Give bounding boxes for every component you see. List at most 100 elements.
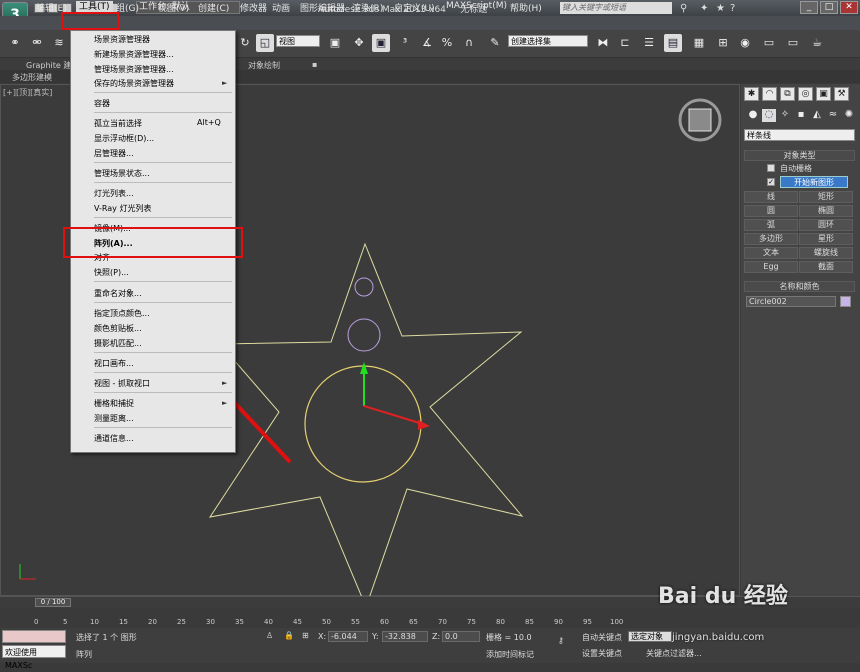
maxscript-welcome[interactable]: 欢迎使用 MAXSc bbox=[2, 645, 66, 670]
menu-item-saved-scene-explorers[interactable]: 保存的场景资源管理器 bbox=[94, 78, 174, 89]
shape-rectangle-button[interactable]: 矩形 bbox=[799, 191, 853, 203]
shape-helix-button[interactable]: 螺旋线 bbox=[799, 247, 853, 259]
menu-create[interactable]: 创建(C) bbox=[198, 1, 229, 14]
menu-item-display-floater[interactable]: 显示浮动框(D)... bbox=[94, 133, 154, 144]
shape-section-button[interactable]: 截面 bbox=[799, 261, 853, 273]
reference-coordinate-dropdown[interactable]: 视图 bbox=[276, 35, 320, 47]
menu-item-manage-scene-explorer[interactable]: 管理场景资源管理器... bbox=[94, 64, 174, 75]
shape-line-button[interactable]: 线 bbox=[744, 191, 798, 203]
render-production-icon[interactable]: ☕ bbox=[808, 34, 826, 52]
menu-item-layer-manager[interactable]: 层管理器... bbox=[94, 148, 134, 159]
schematic-view-icon[interactable]: ⊞ bbox=[714, 34, 732, 52]
key-filters-button[interactable]: 关键点过滤器... bbox=[646, 648, 702, 659]
track-bar[interactable] bbox=[0, 608, 860, 628]
start-new-shape-checkbox[interactable]: ✓ bbox=[767, 178, 775, 186]
align-icon[interactable]: ⊏ bbox=[616, 34, 634, 52]
helpers-icon[interactable]: ◭ bbox=[810, 109, 824, 122]
material-editor-icon[interactable]: ◉ bbox=[736, 34, 754, 52]
shape-category-dropdown[interactable]: 样条线 bbox=[744, 129, 855, 141]
menu-item-manage-scene-states[interactable]: 管理场景状态... bbox=[94, 168, 150, 179]
spinner-snap-icon[interactable]: ∩ bbox=[460, 34, 478, 52]
shape-circle-button[interactable]: 圆 bbox=[744, 205, 798, 217]
ribbon-tab-object-paint[interactable]: 对象绘制 bbox=[248, 60, 280, 71]
create-tab-icon[interactable]: ✱ bbox=[744, 87, 759, 101]
object-name-input[interactable]: Circle002 bbox=[746, 296, 836, 307]
pivot-icon[interactable]: ▣ bbox=[326, 34, 344, 52]
menu-item-grids-and-snaps[interactable]: 栅格和捕捉 bbox=[94, 398, 134, 409]
object-color-swatch[interactable] bbox=[840, 296, 851, 307]
menu-animation[interactable]: 动画 bbox=[272, 1, 290, 14]
layer-manager-icon[interactable]: ☰ bbox=[640, 34, 658, 52]
menu-views[interactable]: 视图(V) bbox=[158, 1, 189, 14]
percent-snap-icon[interactable]: % bbox=[438, 34, 456, 52]
menu-item-scene-explorer[interactable]: 场景资源管理器 bbox=[94, 34, 150, 45]
menu-help[interactable]: 帮助(H) bbox=[510, 1, 542, 14]
rotate-icon[interactable]: ↻ bbox=[236, 34, 254, 52]
time-slider-handle[interactable]: 0 / 100 bbox=[35, 598, 71, 607]
angle-snap-icon[interactable]: ∡ bbox=[418, 34, 436, 52]
close-button[interactable]: ✕ bbox=[840, 1, 858, 14]
cameras-icon[interactable]: ▪ bbox=[794, 109, 808, 122]
graphite-toggle-icon[interactable]: ▤ bbox=[664, 34, 682, 52]
menu-item-new-scene-explorer[interactable]: 新建场景资源管理器... bbox=[94, 49, 174, 60]
start-new-shape-button[interactable]: 开始新图形 bbox=[780, 176, 848, 188]
auto-grid-checkbox[interactable] bbox=[767, 164, 775, 172]
display-tab-icon[interactable]: ▣ bbox=[816, 87, 831, 101]
snap-toggle-icon[interactable]: ³ bbox=[396, 34, 414, 52]
ribbon-subtab-polygon-modeling[interactable]: 多边形建模 bbox=[12, 72, 52, 83]
lights-icon[interactable]: ✧ bbox=[778, 109, 792, 122]
menu-item-measure-distance[interactable]: 测量距离... bbox=[94, 413, 134, 424]
shape-star-button[interactable]: 星形 bbox=[799, 233, 853, 245]
menu-graph-editors[interactable]: 图形编辑器 bbox=[300, 1, 345, 14]
menu-maxscript[interactable]: MAXScript(M) bbox=[446, 1, 507, 11]
key-icon[interactable]: ⚷ bbox=[558, 636, 564, 645]
utilities-tab-icon[interactable]: ⚒ bbox=[834, 87, 849, 101]
named-selection-set-dropdown[interactable]: 创建选择集 bbox=[508, 35, 588, 47]
rendered-frame-window-icon[interactable]: ▭ bbox=[784, 34, 802, 52]
motion-tab-icon[interactable]: ◎ bbox=[798, 87, 813, 101]
object-type-rollout[interactable]: 对象类型 bbox=[744, 150, 855, 161]
lock-selection-icon[interactable]: 🔒 bbox=[284, 631, 294, 640]
shape-donut-button[interactable]: 圆环 bbox=[799, 219, 853, 231]
menu-item-camera-match[interactable]: 摄影机匹配... bbox=[94, 338, 142, 349]
set-key-button[interactable]: 设置关键点 bbox=[582, 648, 622, 659]
shape-text-button[interactable]: 文本 bbox=[744, 247, 798, 259]
shape-arc-button[interactable]: 弧 bbox=[744, 219, 798, 231]
binoculars-icon[interactable]: ⚲ bbox=[680, 3, 687, 14]
search-input[interactable]: 键入关键字或短语 bbox=[560, 2, 672, 14]
key-mode-dropdown[interactable]: 选定对象 bbox=[628, 631, 672, 642]
bind-space-warp-icon[interactable]: ≋ bbox=[50, 34, 68, 52]
menu-item-assign-vertex-colors[interactable]: 指定顶点颜色... bbox=[94, 308, 150, 319]
space-warps-icon[interactable]: ≈ bbox=[826, 109, 840, 122]
hierarchy-tab-icon[interactable]: ⧉ bbox=[780, 87, 795, 101]
add-time-tag[interactable]: 添加时间标记 bbox=[486, 649, 534, 660]
y-coordinate-field[interactable]: -32.838 bbox=[382, 631, 428, 642]
name-and-color-rollout[interactable]: 名称和颜色 bbox=[744, 281, 855, 292]
tools-icon[interactable]: ✦ bbox=[700, 3, 708, 14]
shapes-icon[interactable]: ◌ bbox=[762, 109, 776, 122]
menu-item-snapshot[interactable]: 快照(P)... bbox=[94, 267, 129, 278]
menu-rendering[interactable]: 渲染(R) bbox=[352, 1, 383, 14]
shape-ellipse-button[interactable]: 椭圆 bbox=[799, 205, 853, 217]
edit-named-selection-icon[interactable]: ✎ bbox=[486, 34, 504, 52]
shape-egg-button[interactable]: Egg bbox=[744, 261, 798, 273]
menu-item-light-lister[interactable]: 灯光列表... bbox=[94, 188, 134, 199]
menu-item-rename-objects[interactable]: 重命名对象... bbox=[94, 288, 142, 299]
absolute-mode-icon[interactable]: ⊞ bbox=[302, 631, 309, 640]
isolate-icon[interactable]: ♙ bbox=[266, 631, 273, 640]
render-setup-icon[interactable]: ▭ bbox=[760, 34, 778, 52]
menu-item-grab-viewport[interactable]: 视图 - 抓取视口 bbox=[94, 378, 150, 389]
z-coordinate-field[interactable]: 0.0 bbox=[442, 631, 480, 642]
minimize-button[interactable]: _ bbox=[800, 1, 818, 14]
menu-modifiers[interactable]: 修改器 bbox=[240, 1, 267, 14]
ribbon-options-icon[interactable]: ▪ bbox=[312, 60, 317, 69]
maxscript-listener-input[interactable] bbox=[2, 630, 66, 643]
systems-icon[interactable]: ✺ bbox=[842, 109, 856, 122]
select-manipulate-icon[interactable]: ✥ bbox=[350, 34, 368, 52]
ribbon-tab-graphite[interactable]: Graphite 建 bbox=[26, 60, 71, 71]
shape-ngon-button[interactable]: 多边形 bbox=[744, 233, 798, 245]
maximize-button[interactable]: □ bbox=[820, 1, 838, 14]
geometry-icon[interactable]: ● bbox=[746, 109, 760, 122]
unlink-icon[interactable]: ⚮ bbox=[28, 34, 46, 52]
menu-item-color-clipboard[interactable]: 颜色剪贴板... bbox=[94, 323, 142, 334]
